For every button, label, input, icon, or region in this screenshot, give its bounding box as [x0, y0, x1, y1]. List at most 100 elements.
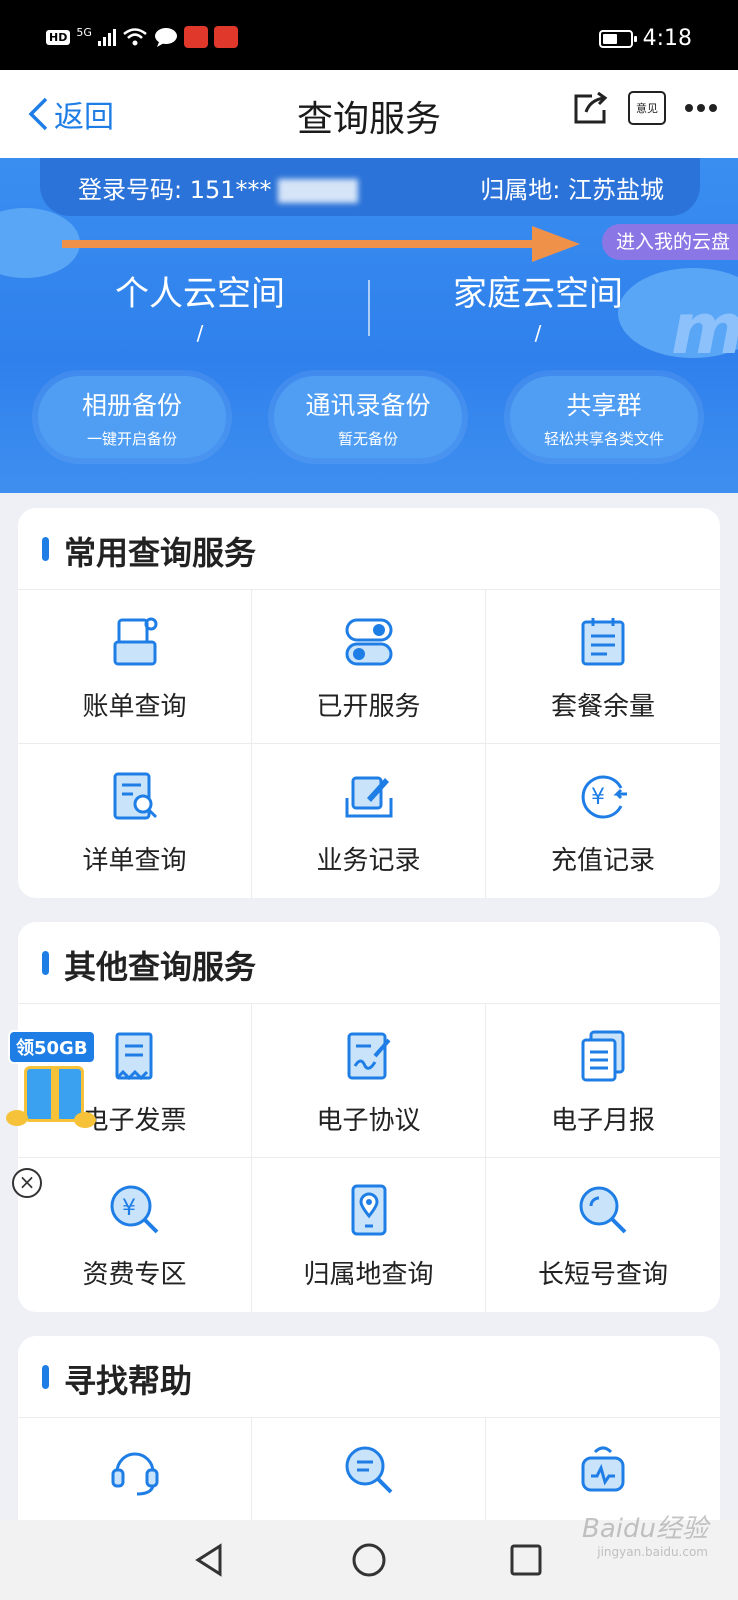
item-label: 已开服务: [316, 692, 421, 722]
item-label: 详单查询: [82, 846, 187, 876]
divider: [368, 280, 370, 336]
recents-nav-icon[interactable]: [506, 1540, 546, 1580]
item-label: 资费专区: [82, 1260, 187, 1290]
network-type: 5G: [76, 25, 92, 39]
hd-badge: HD: [46, 29, 71, 45]
common-query-section: 常用查询服务 账单查询 已开服务 套餐余量 详单查询 业务记录 ¥ 充值记录: [18, 508, 720, 898]
e-monthly-report-item[interactable]: 电子月报: [486, 1004, 720, 1158]
signal-icon: [97, 28, 116, 46]
item-label: 电子月报: [550, 1106, 655, 1136]
app-notification-icon: [183, 26, 208, 48]
find-help-section: 寻找帮助: [18, 1336, 720, 1536]
e-monthly-report-icon: [581, 1030, 625, 1082]
space-value: /: [534, 321, 542, 345]
pill-subtitle: 轻松共享各类文件: [543, 430, 664, 448]
clock: 4:18: [642, 26, 692, 51]
opened-services-item[interactable]: 已开服务: [252, 590, 486, 744]
contacts-backup-button[interactable]: 通讯录备份 暂无备份: [274, 376, 462, 458]
section-accent-bar: [42, 537, 49, 561]
region-value: 江苏盐城: [568, 176, 664, 204]
item-label: 归属地查询: [303, 1260, 434, 1290]
watermark-brand: Baidu经验: [582, 1514, 708, 1544]
help-search-item[interactable]: [252, 1418, 486, 1536]
number-search-icon: [579, 1186, 627, 1234]
space-label: 家庭云空间: [453, 274, 623, 314]
account-info: 登录号码: 151*** 归属地: 江苏盐城: [40, 158, 700, 216]
space-label: 个人云空间: [115, 274, 285, 314]
pill-title: 共享群: [566, 391, 642, 420]
battery-icon: [598, 29, 637, 48]
enter-cloud-drive-link[interactable]: 进入我的云盘: [601, 224, 738, 260]
masked-number: [277, 179, 358, 203]
feedback-button[interactable]: 意见: [628, 91, 666, 125]
business-record-item[interactable]: 业务记录: [252, 744, 486, 898]
family-cloud-space[interactable]: 家庭云空间 /: [388, 266, 688, 345]
detail-query-item[interactable]: 详单查询: [18, 744, 252, 898]
promo-floating-gift[interactable]: 领50GB: [4, 1030, 100, 1130]
photo-backup-button[interactable]: 相册备份 一键开启备份: [38, 376, 226, 458]
region-label: 归属地:: [480, 176, 561, 204]
location-query-item[interactable]: 归属地查询: [252, 1158, 486, 1312]
close-icon: ×: [18, 1170, 36, 1194]
personal-cloud-space[interactable]: 个人云空间 /: [50, 266, 350, 345]
bill-icon: [113, 617, 157, 666]
recharge-record-icon: ¥: [581, 775, 627, 819]
pill-title: 相册备份: [81, 391, 182, 420]
online-service-item[interactable]: [18, 1418, 252, 1536]
section-accent-bar: [42, 1365, 49, 1389]
tariff-zone-item[interactable]: ¥ 资费专区: [18, 1158, 252, 1312]
share-icon[interactable]: [572, 90, 610, 126]
wifi-icon: [123, 28, 147, 46]
svg-text:¥: ¥: [591, 785, 605, 810]
section-title: 常用查询服务: [64, 534, 257, 572]
pill-subtitle: 一键开启备份: [86, 430, 177, 448]
location-phone-icon: [351, 1184, 386, 1236]
section-title: 寻找帮助: [64, 1362, 193, 1400]
chat-icon: [154, 28, 177, 47]
e-agreement-item[interactable]: 电子协议: [252, 1004, 486, 1158]
plan-balance-icon: [581, 618, 625, 666]
top-nav-bar: 返回 查询服务 意见: [0, 70, 738, 158]
annotation-arrow: [62, 226, 580, 262]
login-label: 登录号码:: [78, 176, 183, 204]
share-group-button[interactable]: 共享群 轻松共享各类文件: [510, 376, 698, 458]
item-label: 长短号查询: [537, 1260, 668, 1290]
robot-icon: [581, 1446, 625, 1492]
promo-close-button[interactable]: ×: [12, 1168, 42, 1198]
long-short-number-query-item[interactable]: 长短号查询: [486, 1158, 720, 1312]
back-nav-icon[interactable]: [190, 1540, 230, 1580]
bill-query-item[interactable]: 账单查询: [18, 590, 252, 744]
promo-tag: 领50GB: [8, 1030, 96, 1064]
section-accent-bar: [42, 951, 49, 975]
e-agreement-icon: [347, 1032, 391, 1080]
tariff-icon: ¥: [110, 1185, 158, 1234]
detail-search-icon: [113, 772, 157, 820]
feedback-label: 意见: [636, 102, 658, 115]
cloud-hero-banner: m 登录号码: 151*** 归属地: 江苏盐城 进入我的云盘 个人云空间 / …: [0, 158, 738, 493]
gift-box-icon: [24, 1066, 84, 1122]
recharge-record-item[interactable]: ¥ 充值记录: [486, 744, 720, 898]
pill-subtitle: 暂无备份: [337, 430, 398, 448]
item-label: 账单查询: [82, 692, 187, 722]
coin-decoration: [74, 1112, 96, 1128]
item-label: 业务记录: [316, 846, 421, 876]
coin-decoration: [6, 1110, 28, 1126]
home-nav-icon[interactable]: [349, 1540, 389, 1580]
item-label: 充值记录: [550, 846, 655, 876]
toggle-services-icon: [345, 618, 392, 666]
customer-service-icon: [111, 1452, 158, 1496]
app-notification-icon: [213, 26, 238, 48]
e-invoice-icon: [115, 1032, 152, 1081]
plan-balance-item[interactable]: 套餐余量: [486, 590, 720, 744]
item-label: 电子协议: [316, 1106, 421, 1136]
space-value: /: [196, 321, 204, 345]
item-label: 套餐余量: [550, 692, 655, 722]
watermark: Baidu经验 jingyan.baidu.com: [582, 1508, 708, 1559]
more-icon[interactable]: [684, 103, 718, 113]
login-number: 151***: [189, 176, 272, 204]
section-title: 其他查询服务: [64, 948, 257, 986]
other-query-section: 其他查询服务 电子发票 电子协议 电子月报 ¥ 资费专区 归属地查询 长短号查询: [18, 922, 720, 1312]
watermark-url: jingyan.baidu.com: [597, 1545, 708, 1559]
status-bar: HD 5G 4:18: [0, 0, 738, 70]
help-search-icon: [345, 1446, 392, 1494]
